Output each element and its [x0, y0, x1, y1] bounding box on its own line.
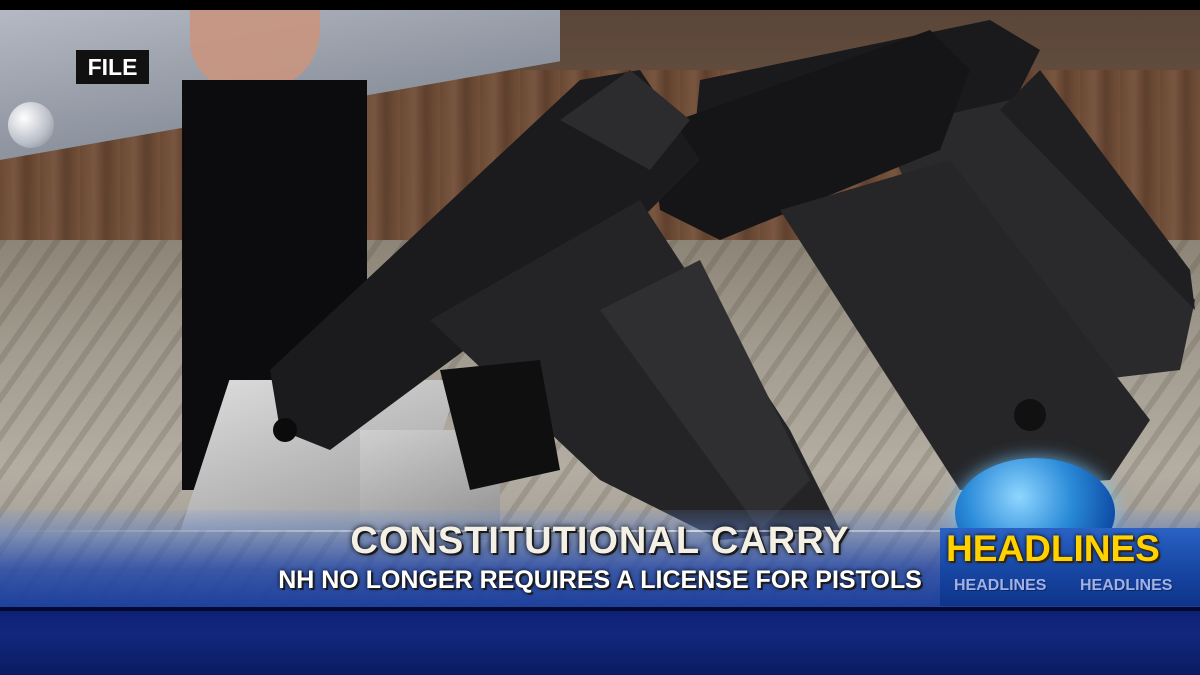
headlines-badge-title: HEADLINES	[946, 528, 1160, 569]
headlines-badge-repeat: HEADLINES	[954, 577, 1047, 594]
headline-title: CONSTITUTIONAL CARRY	[350, 520, 850, 562]
bottom-ticker-band	[0, 607, 1200, 675]
headlines-badge-repeat: HEADLINES	[1080, 577, 1173, 594]
headline-subtitle: NH NO LONGER REQUIRES A LICENSE FOR PIST…	[278, 566, 922, 594]
ticker-divider	[0, 607, 1200, 611]
file-footage-bug: FILE	[76, 50, 149, 84]
